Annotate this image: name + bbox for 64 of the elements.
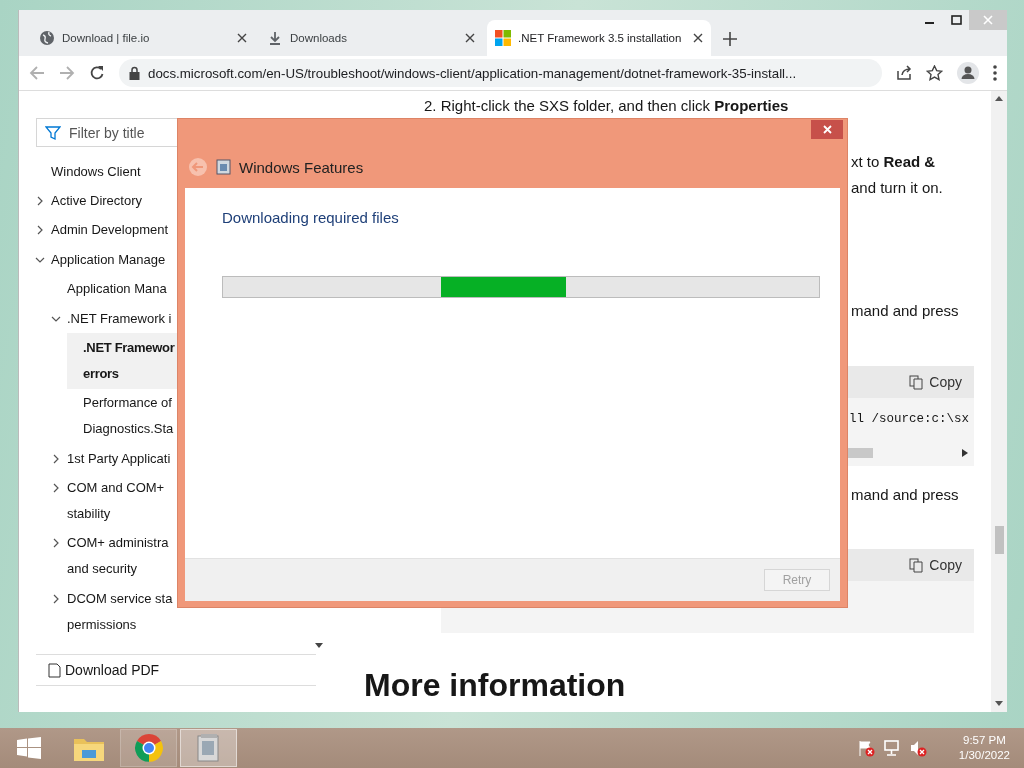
star-icon[interactable]	[926, 65, 943, 81]
reload-icon[interactable]	[89, 65, 105, 81]
chevron-right-icon[interactable]	[35, 196, 45, 207]
code-text: ll /source:c:\sx	[848, 411, 971, 428]
copy-button[interactable]: Copy	[909, 557, 962, 573]
sidebar-item[interactable]: Admin Development	[35, 215, 177, 246]
chevron-right-icon[interactable]	[51, 593, 61, 604]
copy-icon	[909, 557, 924, 573]
four-squares-logo-icon	[495, 30, 511, 46]
sidebar-item[interactable]: 1st Party Applicati	[51, 444, 179, 474]
windows-logo-icon[interactable]	[16, 737, 41, 759]
lock-icon	[129, 66, 140, 80]
chevron-right-icon[interactable]	[51, 538, 61, 549]
sidebar-item[interactable]: Windows Client	[35, 157, 149, 187]
new-tab-icon[interactable]	[723, 32, 737, 46]
sidebar-item[interactable]: COM+ administra and security	[51, 528, 177, 585]
close-icon[interactable]	[237, 33, 247, 43]
close-icon[interactable]	[693, 33, 703, 43]
close-icon[interactable]	[465, 33, 475, 43]
address-bar[interactable]: docs.microsoft.com/en-US/troubleshoot/windows-client/application-management/dotnet-framework-35-install...	[119, 59, 882, 87]
scroll-down-icon[interactable]	[995, 701, 1003, 706]
sidebar-item[interactable]: COM and COM+ stability	[51, 473, 173, 529]
document-icon	[48, 662, 61, 678]
sidebar-item[interactable]: Application Manage	[35, 245, 174, 275]
sidebar-item[interactable]: DCOM service sta permissions	[51, 584, 181, 640]
paragraph-text: xt to Read &	[851, 152, 937, 172]
instruction-text: 2. Right-click the SXS folder, and then click Properties	[423, 96, 790, 116]
sidebar-item[interactable]: Performance of Diagnostics.Sta	[67, 388, 182, 444]
profile-icon[interactable]	[957, 62, 979, 84]
window-features-app-icon	[216, 159, 231, 175]
globe-icon	[39, 30, 55, 46]
close-button[interactable]	[811, 120, 843, 139]
scroll-up-icon[interactable]	[995, 96, 1003, 101]
sidebar-item[interactable]: .NET Framework i	[51, 303, 180, 334]
network-icon[interactable]	[882, 739, 901, 757]
section-heading: More information	[364, 667, 627, 704]
paragraph-text: mand and press	[851, 485, 960, 505]
menu-icon[interactable]	[993, 65, 997, 81]
download-pdf-link[interactable]: Download PDF	[65, 662, 160, 678]
status-heading: Downloading required files	[222, 208, 400, 228]
chevron-right-icon[interactable]	[51, 453, 61, 464]
speaker-muted-icon[interactable]	[908, 739, 927, 757]
sidebar-item[interactable]: Active Directory	[35, 186, 151, 216]
download-icon	[267, 30, 283, 46]
filter-icon	[45, 124, 61, 141]
flag-warning-icon[interactable]	[856, 739, 875, 757]
chevron-right-icon[interactable]	[35, 225, 45, 236]
close-icon	[822, 125, 832, 134]
browser-tab[interactable]: Downloads	[259, 20, 483, 56]
copy-button[interactable]: Copy	[909, 374, 962, 390]
sidebar-item[interactable]: Application Mana	[51, 274, 175, 304]
paragraph-text: and turn it on.	[851, 178, 944, 198]
copy-icon	[909, 374, 924, 390]
browser-tab[interactable]: Download | file.io	[31, 20, 255, 56]
paragraph-text: mand and press	[851, 301, 960, 321]
chevron-right-icon[interactable]	[51, 483, 61, 494]
browser-tab[interactable]: .NET Framework 3.5 installation	[487, 20, 711, 56]
browser-icon[interactable]	[133, 733, 164, 763]
window-title: Windows Features	[239, 158, 364, 176]
scroll-down-icon[interactable]	[315, 643, 323, 648]
share-icon[interactable]	[896, 65, 912, 81]
maximize-icon[interactable]	[950, 15, 962, 25]
scrollbar-thumb[interactable]	[995, 526, 1004, 554]
scroll-right-icon[interactable]	[962, 449, 968, 457]
